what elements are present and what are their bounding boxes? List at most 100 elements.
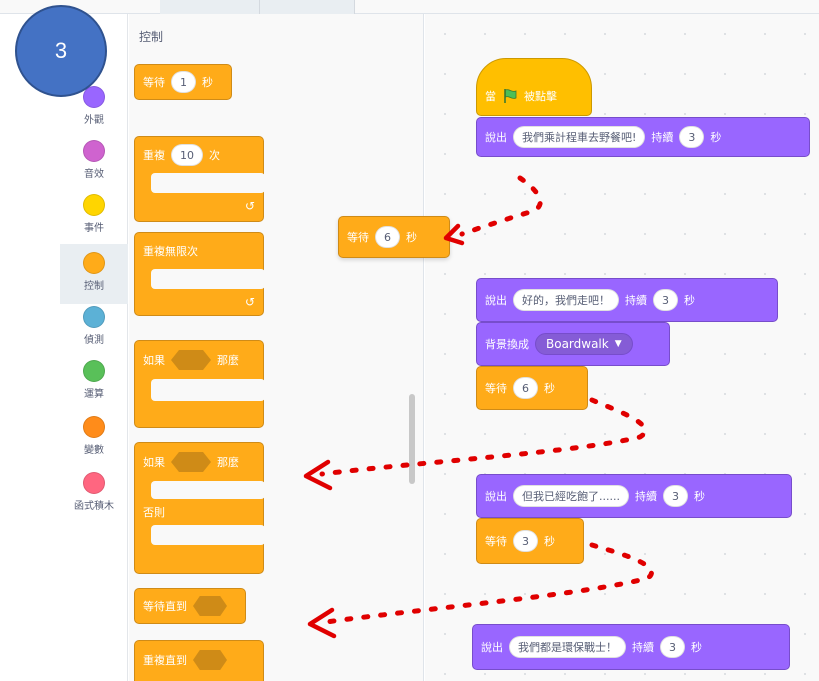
condition-slot[interactable] xyxy=(193,596,227,616)
block-text: 秒 xyxy=(202,76,213,89)
text-input[interactable]: 好的，我們走吧！ xyxy=(513,289,619,311)
say-for-secs-block[interactable]: 說出 但我已經吃飽了...... 持續 3 秒 xyxy=(476,474,792,518)
c-slot xyxy=(151,173,265,193)
block-text: 持續 xyxy=(632,641,654,654)
block-text: 如果 xyxy=(143,354,165,367)
block-text: 等待 xyxy=(143,76,165,89)
say-for-secs-block[interactable]: 說出 我們乘計程車去野餐吧! 持續 3 秒 xyxy=(476,117,810,157)
number-input[interactable]: 3 xyxy=(679,126,705,148)
if-else-block[interactable]: 如果 那麼 否則 xyxy=(134,442,265,574)
text-input[interactable]: 我們乘計程車去野餐吧! xyxy=(513,126,646,148)
c-slot xyxy=(151,525,265,545)
category-menu: 外觀 音效 事件 控制 偵測 運算 變數 函式積木 xyxy=(0,14,128,681)
say-for-secs-block[interactable]: 說出 好的，我們走吧！ 持續 3 秒 xyxy=(476,278,778,322)
say-for-secs-block[interactable]: 說出 我們都是環保戰士！ 持續 3 秒 xyxy=(472,624,790,670)
block-text: 秒 xyxy=(544,535,555,548)
step-number-badge: 3 xyxy=(15,5,107,97)
category-label: 事件 xyxy=(84,223,104,234)
category-label: 函式積木 xyxy=(74,501,114,512)
number-input[interactable]: 1 xyxy=(171,71,196,93)
green-flag-icon xyxy=(504,89,517,103)
c-slot xyxy=(151,379,265,401)
block-text: 說出 xyxy=(485,490,507,503)
category-my-blocks[interactable]: 函式積木 xyxy=(60,472,128,526)
block-text: 持續 xyxy=(651,131,674,144)
category-label: 偵測 xyxy=(84,335,104,346)
condition-slot[interactable] xyxy=(171,350,211,370)
top-strip xyxy=(0,0,819,14)
my-blocks-dot-icon xyxy=(83,472,105,494)
when-flag-clicked-block[interactable]: 當 被點擊 xyxy=(476,58,592,116)
category-label: 音效 xyxy=(84,169,104,180)
backdrop-dropdown[interactable]: Boardwalk ▼ xyxy=(535,333,633,355)
number-input[interactable]: 3 xyxy=(653,289,678,311)
block-text: 重複無限次 xyxy=(143,245,198,258)
repeat-block[interactable]: 重複 10 次 ↺ xyxy=(134,136,265,222)
number-input[interactable]: 10 xyxy=(171,144,203,166)
block-text: 說出 xyxy=(481,641,503,654)
events-dot-icon xyxy=(83,194,105,216)
category-label: 外觀 xyxy=(84,115,104,126)
block-text: 等待 xyxy=(485,535,507,548)
block-text: 說出 xyxy=(485,131,507,144)
forever-header: 重複無限次 xyxy=(135,235,198,267)
c-slot xyxy=(151,481,265,499)
block-text: 等待 xyxy=(485,382,507,395)
repeat-until-block[interactable]: 重複直到 xyxy=(134,640,264,681)
palette-scrollbar[interactable] xyxy=(409,394,415,484)
repeat-header: 重複 10 次 xyxy=(135,139,220,171)
number-input[interactable]: 3 xyxy=(513,530,538,552)
dragged-wait-block[interactable]: 等待 6 秒 xyxy=(338,216,450,258)
block-text: 如果 xyxy=(143,456,165,469)
block-text: 背景換成 xyxy=(485,338,529,351)
category-operators[interactable]: 運算 xyxy=(60,360,128,414)
block-text: 持續 xyxy=(625,294,647,307)
block-text: 否則 xyxy=(143,506,165,519)
category-variables[interactable]: 變數 xyxy=(60,416,128,470)
block-text: 次 xyxy=(209,149,220,162)
dropdown-arrow-icon: ▼ xyxy=(614,339,622,349)
step-number: 3 xyxy=(54,38,68,63)
sound-dot-icon xyxy=(83,140,105,162)
if-header: 如果 那麼 xyxy=(135,344,239,376)
number-input[interactable]: 6 xyxy=(375,226,400,248)
block-text: 那麼 xyxy=(217,354,239,367)
block-text: 當 xyxy=(485,90,496,103)
wait-block[interactable]: 等待 3 秒 xyxy=(476,518,584,564)
else-label: 否則 xyxy=(135,501,165,523)
loop-arrow-icon: ↺ xyxy=(245,199,256,213)
category-label: 運算 xyxy=(84,389,104,400)
category-sound[interactable]: 音效 xyxy=(60,140,128,194)
forever-block[interactable]: 重複無限次 ↺ xyxy=(134,232,265,316)
dropdown-value: Boardwalk xyxy=(546,337,609,351)
variables-dot-icon xyxy=(83,416,105,438)
block-text: 重複直到 xyxy=(143,654,187,667)
number-input[interactable]: 3 xyxy=(660,636,685,658)
if-then-block[interactable]: 如果 那麼 xyxy=(134,340,265,428)
category-events[interactable]: 事件 xyxy=(60,194,128,248)
text-input[interactable]: 我們都是環保戰士！ xyxy=(509,636,626,658)
condition-slot[interactable] xyxy=(193,650,227,670)
operators-dot-icon xyxy=(83,360,105,382)
switch-backdrop-block[interactable]: 背景換成 Boardwalk ▼ xyxy=(476,322,670,366)
block-text: 秒 xyxy=(710,131,722,144)
loop-arrow-icon: ↺ xyxy=(245,295,256,309)
wait-block[interactable]: 等待 1 秒 xyxy=(134,64,232,100)
number-input[interactable]: 6 xyxy=(513,377,538,399)
number-input[interactable]: 3 xyxy=(662,485,688,507)
block-text: 秒 xyxy=(406,231,417,244)
category-control[interactable]: 控制 xyxy=(60,244,128,304)
wait-block[interactable]: 等待 6 秒 xyxy=(476,366,588,410)
block-text: 秒 xyxy=(544,382,555,395)
if-header: 如果 那麼 xyxy=(135,446,239,478)
category-label: 變數 xyxy=(84,445,104,456)
text-input[interactable]: 但我已經吃飽了...... xyxy=(513,485,629,507)
wait-until-block[interactable]: 等待直到 xyxy=(134,588,246,624)
c-slot xyxy=(151,269,265,289)
block-text: 那麼 xyxy=(217,456,239,469)
top-tab[interactable] xyxy=(260,0,355,14)
top-tab[interactable] xyxy=(160,0,260,14)
sensing-dot-icon xyxy=(83,306,105,328)
category-sensing[interactable]: 偵測 xyxy=(60,306,128,360)
condition-slot[interactable] xyxy=(171,452,211,472)
